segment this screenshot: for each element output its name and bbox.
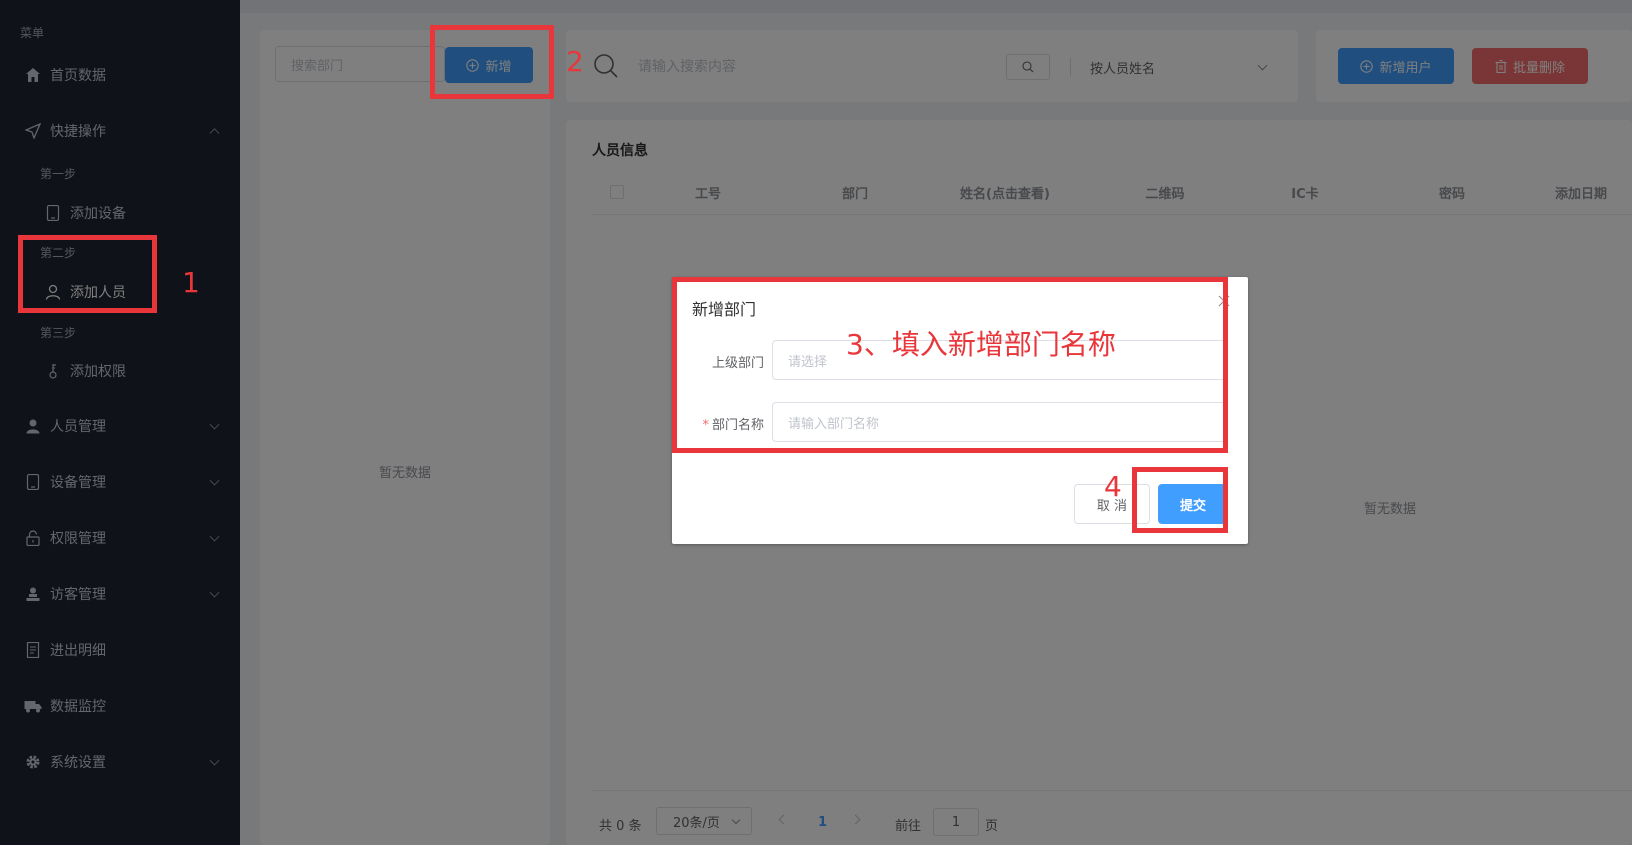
annotation-number-4: 4: [1104, 470, 1122, 503]
annotation-box-2: [430, 25, 554, 99]
annotation-box-4: [1132, 467, 1228, 533]
annotation-number-1: 1: [182, 266, 200, 299]
annotation-box-3: [672, 277, 1228, 453]
annotation-box-1: [18, 235, 157, 313]
annotation-number-2: 2: [566, 45, 584, 78]
annotation-text-3: 3、填入新增部门名称: [846, 328, 1116, 361]
